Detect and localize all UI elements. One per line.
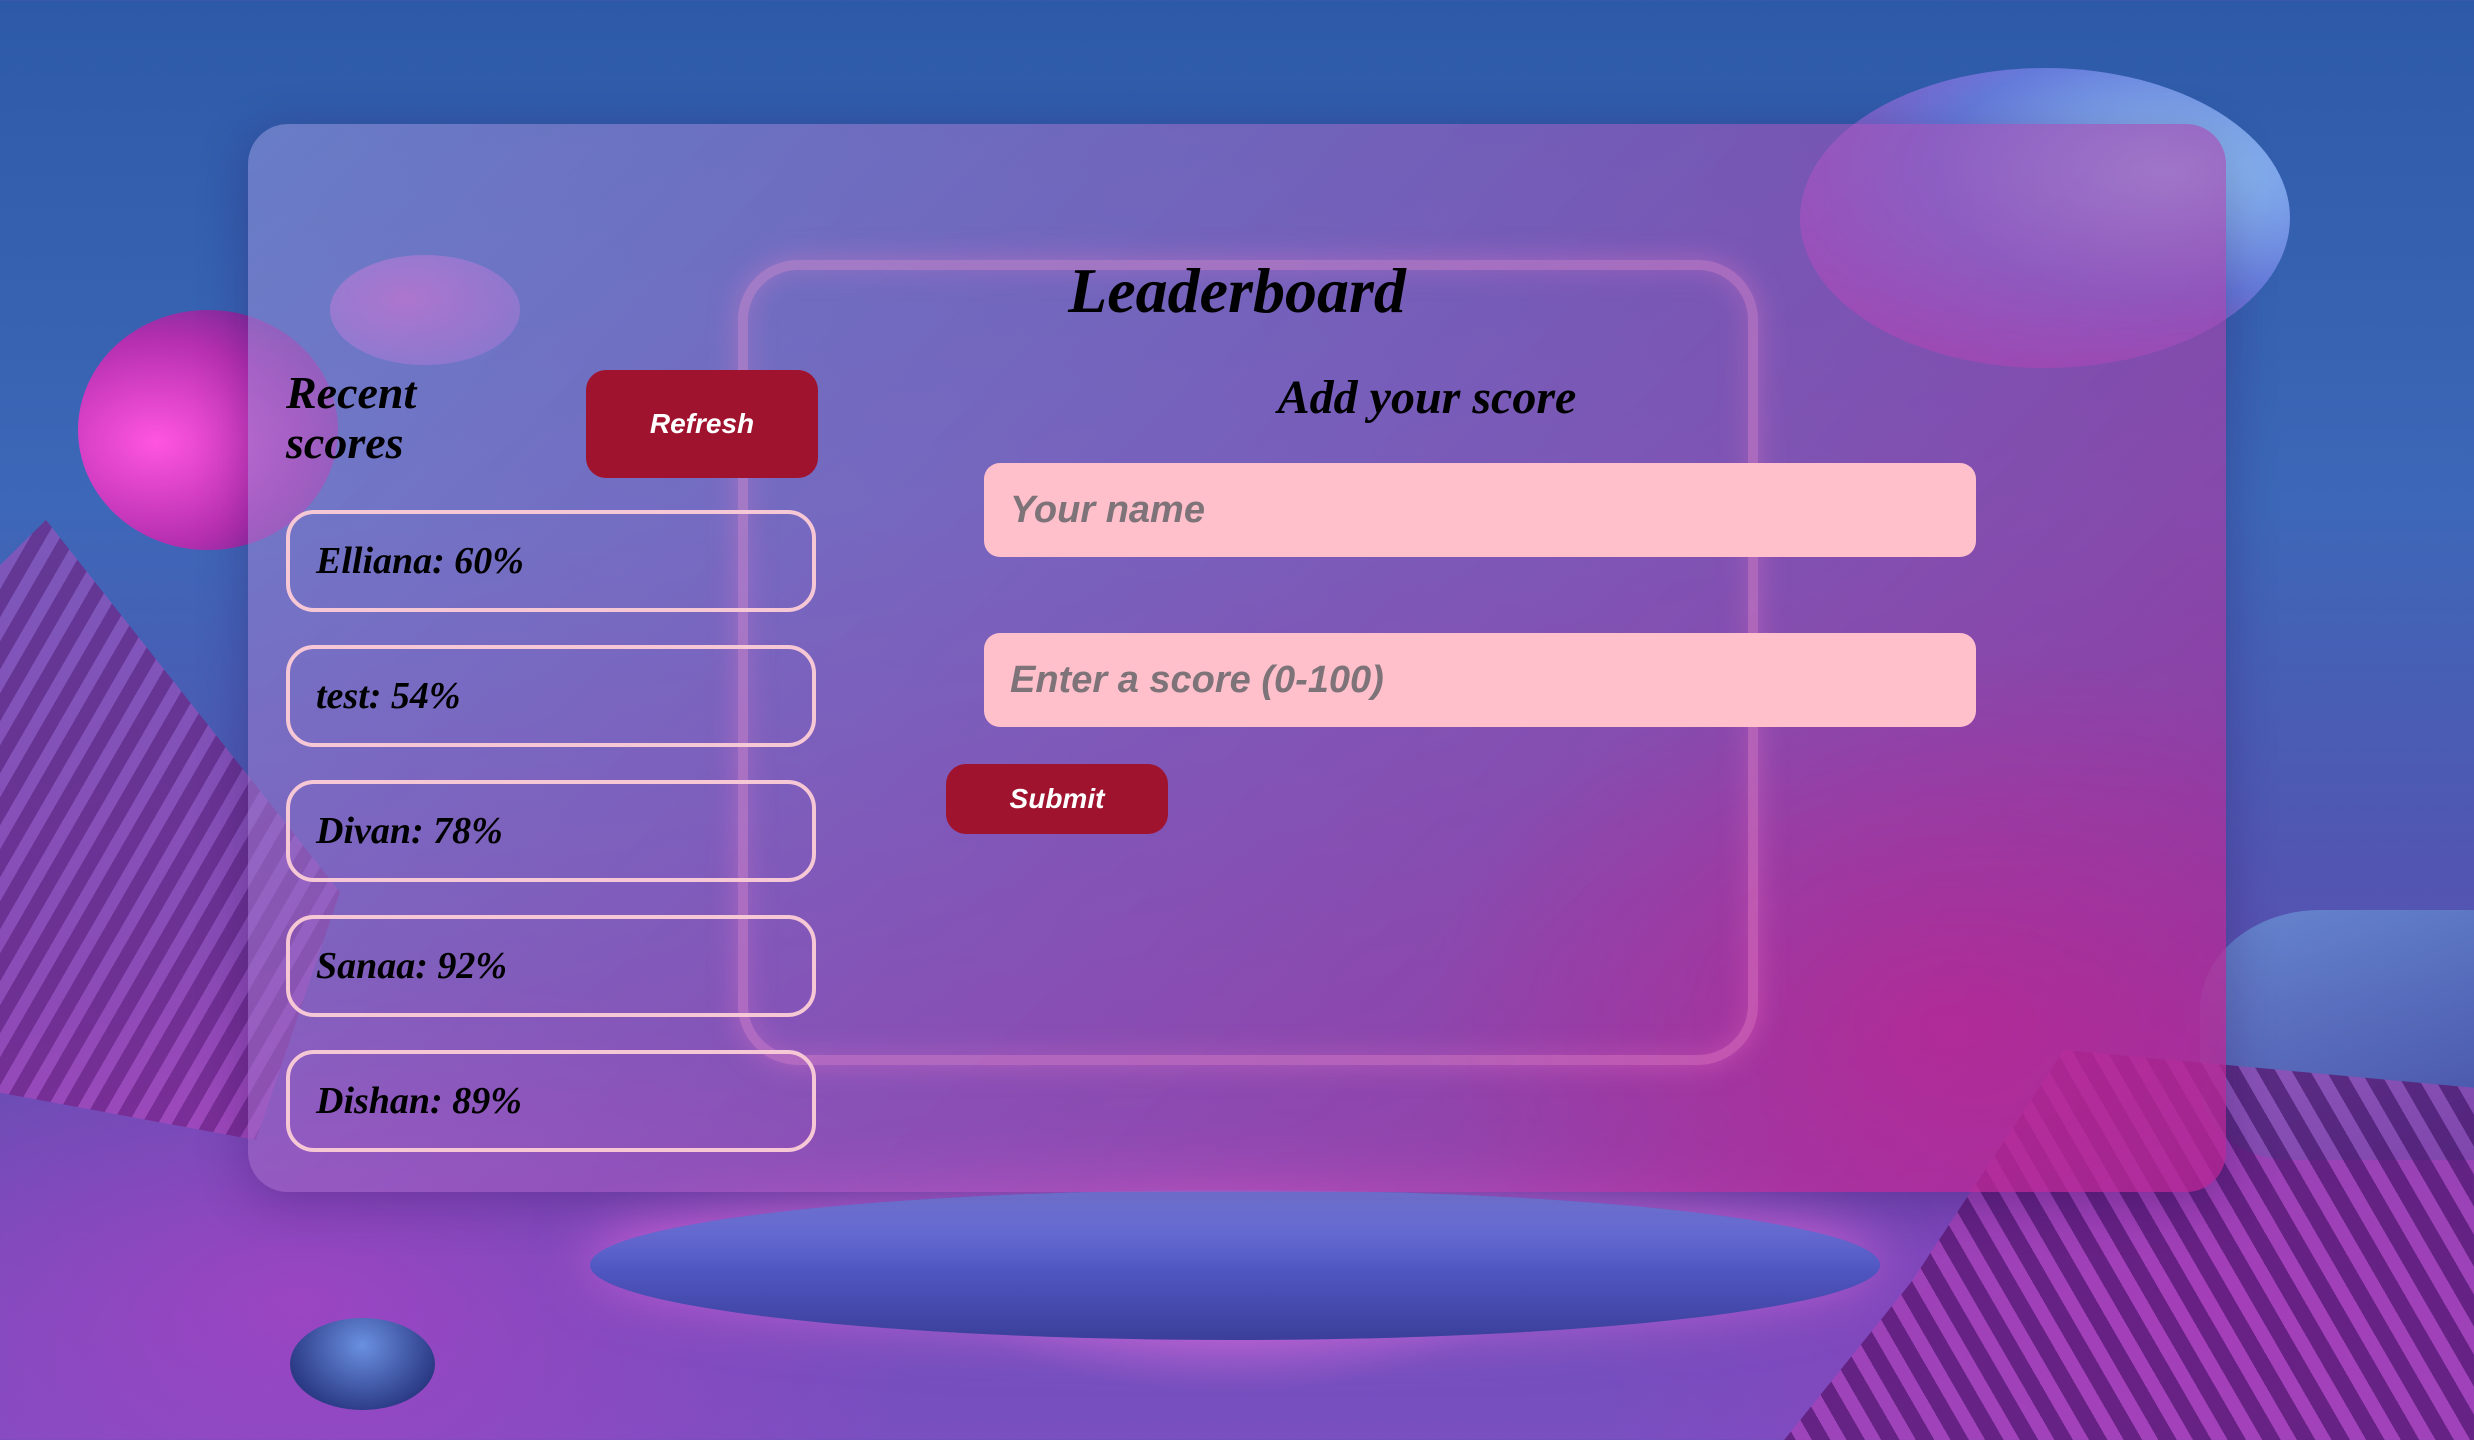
pebble: [290, 1318, 435, 1410]
submit-button[interactable]: Submit: [946, 764, 1168, 834]
score-item: Elliana: 60%: [286, 510, 816, 612]
leaderboard-card: Leaderboard Recent scores Refresh Ellian…: [248, 124, 2226, 1192]
score-item: Divan: 78%: [286, 780, 816, 882]
page-title: Leaderboard: [1068, 255, 1406, 326]
recent-scores-list: Elliana: 60% test: 54% Divan: 78% Sanaa:…: [286, 510, 816, 1185]
podium: [590, 1190, 1880, 1340]
score-item: test: 54%: [286, 645, 816, 747]
score-item: Dishan: 89%: [286, 1050, 816, 1152]
rock-right: [2200, 910, 2474, 1160]
score-input[interactable]: [984, 633, 1976, 727]
score-item: Sanaa: 92%: [286, 915, 816, 1017]
add-score-heading: Add your score: [1277, 371, 1577, 424]
name-input[interactable]: [984, 463, 1976, 557]
